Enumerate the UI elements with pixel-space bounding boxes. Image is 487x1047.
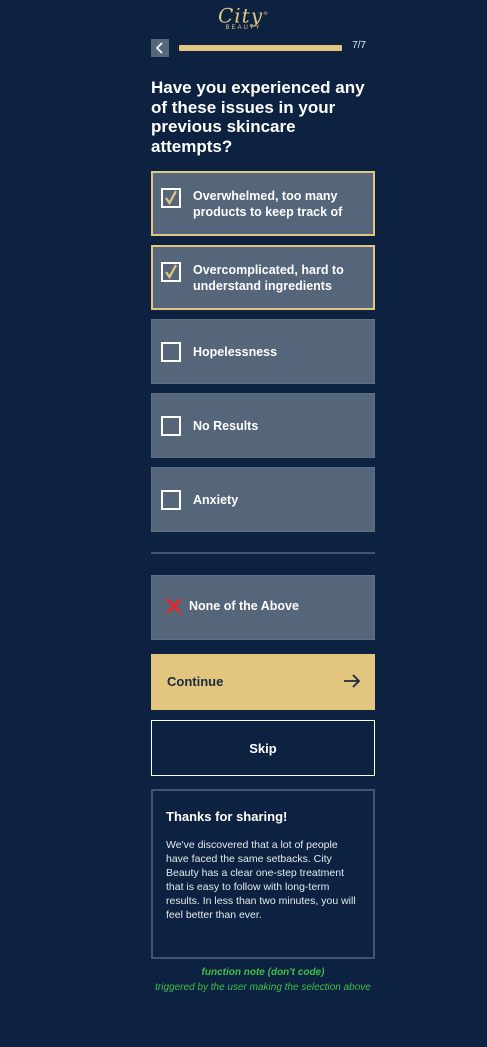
option-no-results[interactable]: No Results (151, 393, 375, 458)
option-overcomplicated[interactable]: Overcomplicated, hard to understand ingr… (151, 245, 375, 310)
option-overwhelmed[interactable]: Overwhelmed, too many products to keep t… (151, 171, 375, 236)
feedback-message-box: Thanks for sharing! We've discovered tha… (151, 789, 375, 959)
progress-fill (179, 45, 342, 51)
chevron-left-icon (155, 42, 163, 54)
x-icon (166, 598, 182, 614)
continue-label: Continue (167, 674, 224, 689)
step-counter: 7/7 (352, 40, 366, 51)
option-label: Hopelessness (193, 345, 278, 359)
skip-label: Skip (249, 740, 277, 756)
option-none-of-the-above[interactable]: None of the Above (151, 575, 375, 640)
checkbox[interactable] (161, 188, 181, 208)
checkmark-icon (165, 190, 177, 206)
checkbox[interactable] (161, 416, 181, 436)
back-button[interactable] (151, 39, 169, 57)
feedback-body: We've discovered that a lot of people ha… (166, 839, 356, 921)
option-hopelessness[interactable]: Hopelessness (151, 319, 375, 384)
quiz-header: 7/7 (151, 39, 375, 57)
divider (151, 552, 375, 554)
checkmark-icon (165, 264, 177, 280)
continue-button[interactable]: Continue (151, 654, 375, 710)
skip-button[interactable]: Skip (151, 720, 375, 776)
option-label: No Results (193, 419, 259, 433)
feedback-title: Thanks for sharing! (166, 809, 288, 824)
logo-subtext: BEAUTY (225, 24, 262, 31)
arrow-right-icon (344, 674, 361, 688)
designer-note-title: function note (don't code) (201, 967, 325, 978)
checkbox[interactable] (161, 342, 181, 362)
option-label: Overwhelmed, too many products to keep t… (193, 189, 343, 219)
none-option-label: None of the Above (189, 599, 299, 613)
registered-mark: ® (263, 11, 270, 18)
option-anxiety[interactable]: Anxiety (151, 467, 375, 532)
option-label: Overcomplicated, hard to understand ingr… (193, 263, 344, 293)
checkbox[interactable] (161, 262, 181, 282)
question-title: Have you experienced any of these issues… (151, 78, 365, 156)
progress-bar (179, 45, 342, 51)
option-label: Anxiety (193, 493, 239, 507)
designer-note-text: triggered by the user making the selecti… (155, 982, 371, 993)
city-beauty-logo: City® BEAUTY (0, 4, 487, 32)
designer-note: function note (don't code) triggered by … (151, 965, 375, 995)
checkbox[interactable] (161, 490, 181, 510)
